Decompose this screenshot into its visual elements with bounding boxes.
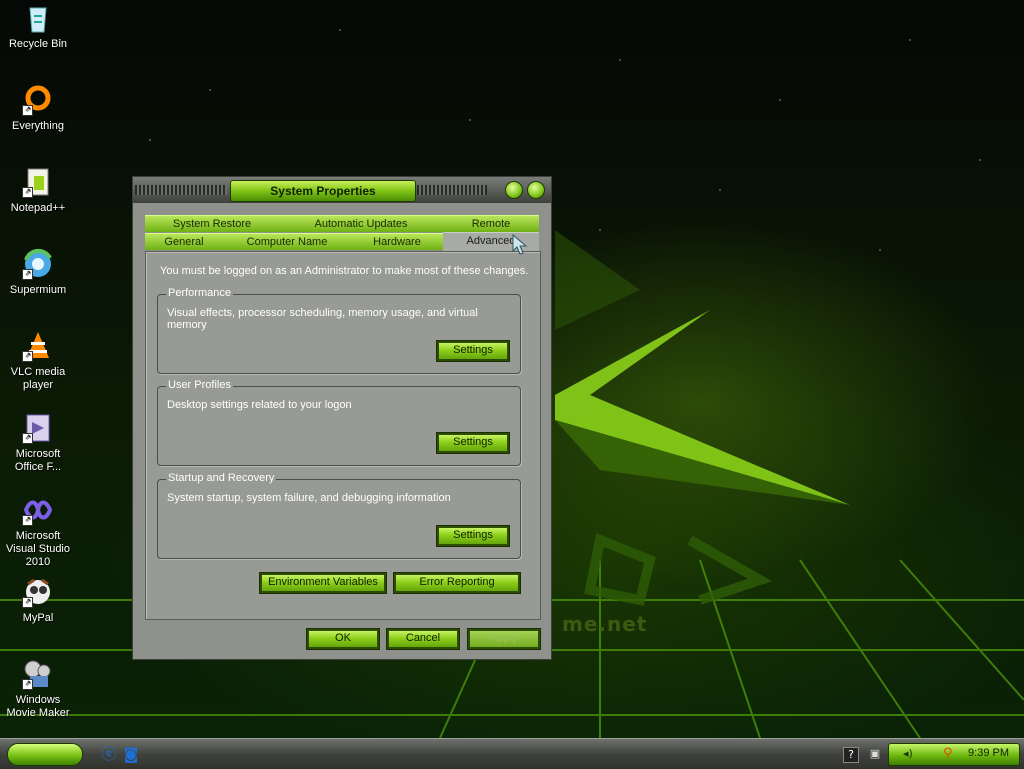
desktop-icon-supermium[interactable]: ↗ Supermium [0,248,76,297]
recycle-bin-icon [22,2,54,34]
user-profiles-label: User Profiles [166,379,233,391]
desktop-icon-label: Everything [12,120,64,132]
mouse-cursor-icon [512,234,528,255]
startup-recovery-group: Startup and Recovery System startup, sys… [157,472,521,559]
office-icon: ↗ [22,412,54,444]
tab-row-back: System Restore Automatic Updates Remote [145,215,539,232]
tab-automatic-updates[interactable]: Automatic Updates [279,215,443,232]
desktop-icon-movie-maker[interactable]: ↗ Windows Movie Maker [0,658,76,720]
desktop-icon-label: Notepad++ [10,202,66,214]
desktop-icon-mypal[interactable]: ↗ MyPal [0,576,76,625]
error-reporting-button[interactable]: Error Reporting [393,572,521,594]
notepad-plus-plus-icon: ↗ [22,166,54,198]
desktop-icon-vlc[interactable]: ↗ VLC media player [0,330,76,392]
vlc-icon: ↗ [22,330,54,362]
environment-variables-button[interactable]: Environment Variables [259,572,387,594]
user-profiles-description: Desktop settings related to your logon [167,399,352,411]
user-profiles-group: User Profiles Desktop settings related t… [157,379,521,466]
tab-row-front: General Computer Name Hardware Advanced [145,232,539,252]
performance-settings-button[interactable]: Settings [436,340,510,362]
desktop-icon-everything[interactable]: ↗ Everything [0,84,76,133]
volume-icon[interactable]: ◂) [903,747,913,760]
network-icon[interactable]: ▣ [866,745,884,763]
apply-button[interactable]: Apply [467,628,541,650]
performance-description: Visual effects, processor scheduling, me… [167,307,478,331]
system-properties-window[interactable]: System Properties System Restore Automat… [132,176,552,660]
performance-group: Performance Visual effects, processor sc… [157,287,521,374]
clock[interactable]: 9:39 PM [968,747,1009,759]
everything-icon: ↗ [22,84,54,116]
window-title: System Properties [230,180,416,202]
tab-remote[interactable]: Remote [443,215,539,232]
desktop-icon-label: Microsoft Office F... [14,448,62,473]
supermium-icon: ↗ [22,248,54,280]
wallpaper-watermark: me.net [562,612,648,636]
title-grip-left [135,185,227,195]
desktop-icon-label: Supermium [9,284,67,296]
performance-label: Performance [166,287,233,299]
system-tray: ◂) ⚲ 9:39 PM [888,743,1020,766]
desktop-icon-notepad-plus-plus[interactable]: ↗ Notepad++ [0,166,76,215]
movie-maker-icon: ↗ [22,658,54,690]
desktop-icon-label: Recycle Bin [8,38,68,50]
startup-recovery-label: Startup and Recovery [166,472,277,484]
advanced-tab-panel: You must be logged on as an Administrato… [145,251,541,620]
desktop-icon-label: MyPal [22,612,54,624]
title-bar[interactable]: System Properties [133,177,551,203]
admin-notice: You must be logged on as an Administrato… [160,265,529,277]
tab-general[interactable]: General [145,233,223,250]
desktop-icon-label: Microsoft Visual Studio 2010 [5,530,70,568]
mypal-icon: ↗ [22,576,54,608]
browser-icon[interactable]: ◙ [122,745,140,763]
help-button[interactable] [505,181,523,199]
tab-computer-name[interactable]: Computer Name [223,233,351,250]
taskbar: ⓔ ◙ ? ▣ ◂) ⚲ 9:39 PM [0,738,1024,769]
cancel-button[interactable]: Cancel [386,628,460,650]
title-grip-right [417,185,487,195]
visual-studio-icon: ↗ [22,494,54,526]
desktop-icon-microsoft-office[interactable]: ↗ Microsoft Office F... [0,412,76,474]
user-profiles-settings-button[interactable]: Settings [436,432,510,454]
startup-recovery-settings-button[interactable]: Settings [436,525,510,547]
tab-system-restore[interactable]: System Restore [145,215,279,232]
close-button[interactable] [527,181,545,199]
desktop-icon-label: Windows Movie Maker [6,694,70,719]
desktop-icon-recycle-bin[interactable]: Recycle Bin [0,2,76,51]
search-icon[interactable]: ⚲ [943,746,953,761]
internet-explorer-icon[interactable]: ⓔ [100,745,118,763]
tab-hardware[interactable]: Hardware [351,233,443,250]
help-icon[interactable]: ? [843,747,859,763]
ok-button[interactable]: OK [306,628,380,650]
desktop-icon-visual-studio[interactable]: ↗ Microsoft Visual Studio 2010 [0,494,76,569]
startup-recovery-description: System startup, system failure, and debu… [167,492,451,504]
start-button[interactable] [7,743,83,766]
desktop-icon-label: VLC media player [10,366,66,391]
